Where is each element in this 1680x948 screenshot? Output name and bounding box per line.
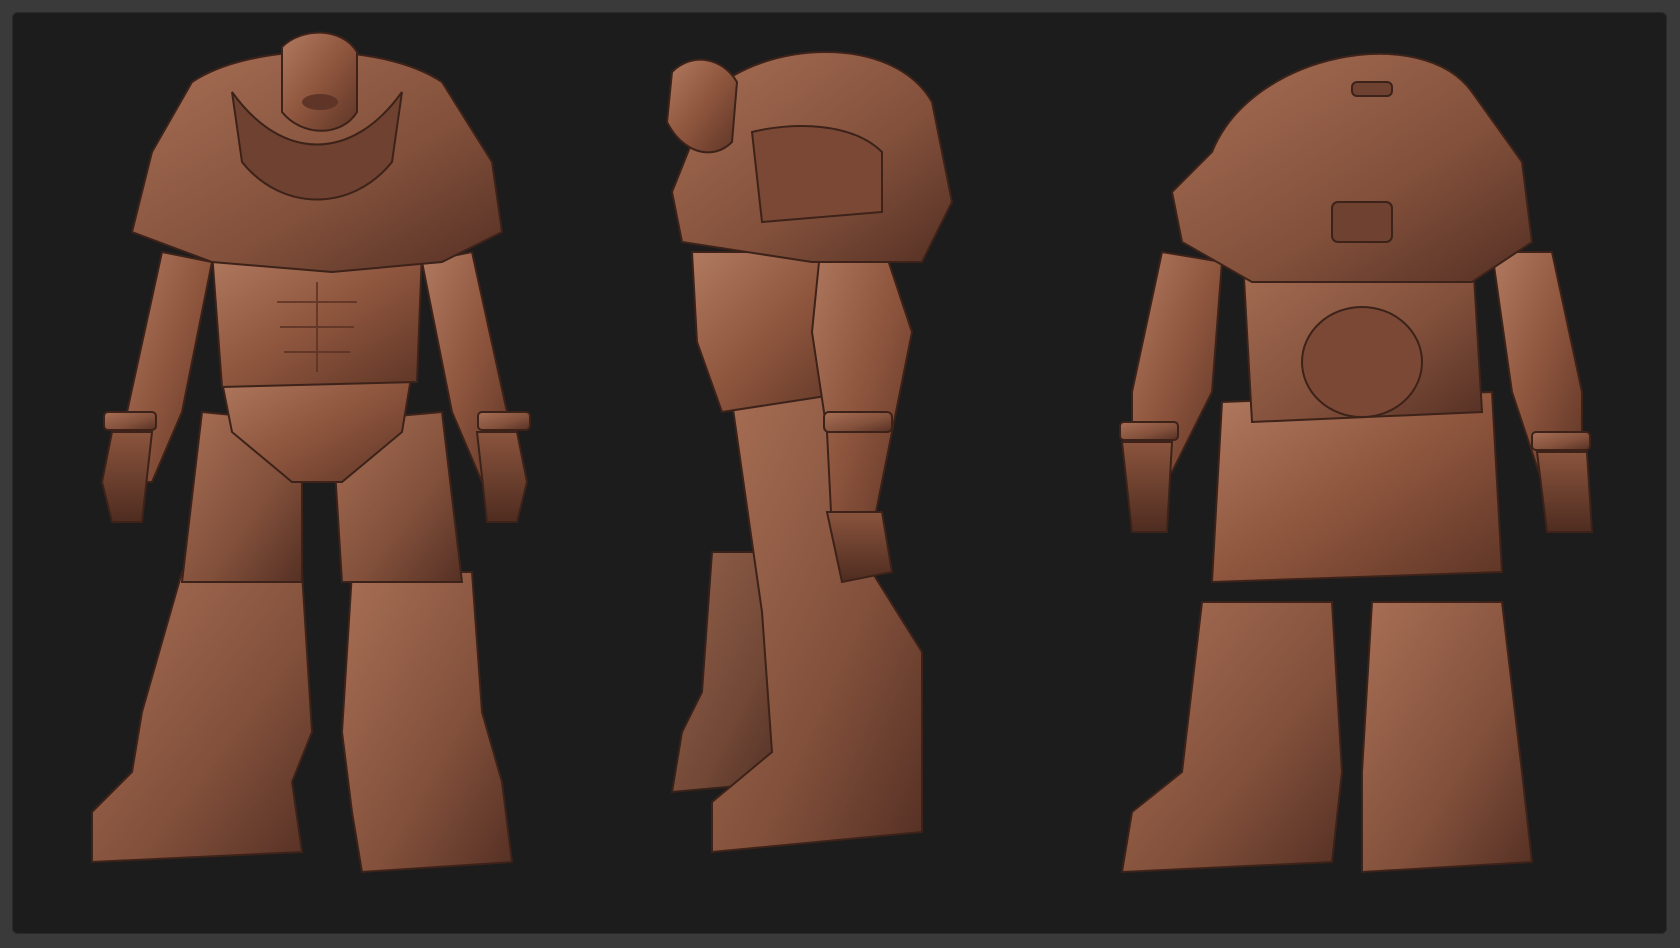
sculpt-back-view-icon <box>1119 52 1594 874</box>
back-view <box>1092 12 1612 934</box>
sculpt-side-view-icon <box>665 51 954 854</box>
front-view <box>52 12 572 934</box>
sculpt-front-view-icon <box>91 31 531 874</box>
side-view <box>652 12 1012 934</box>
render-canvas <box>12 12 1667 934</box>
